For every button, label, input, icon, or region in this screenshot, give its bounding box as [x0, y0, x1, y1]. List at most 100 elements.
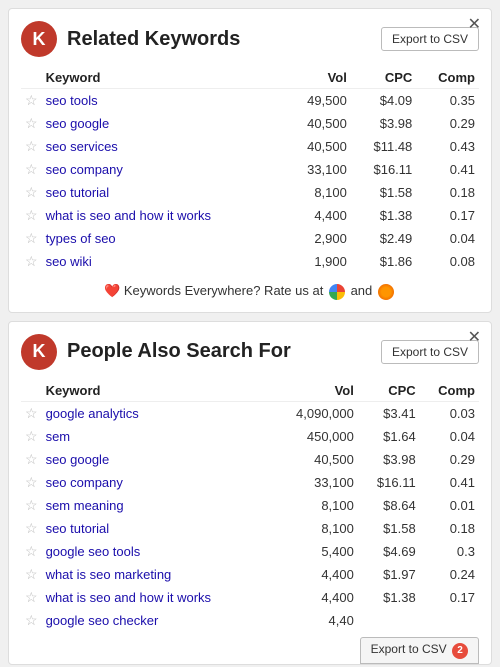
- star-col-header-2: [21, 380, 42, 402]
- keyword-cell[interactable]: google seo tools: [42, 540, 271, 563]
- rate-bar: ❤️ Keywords Everywhere? Rate us at and: [21, 283, 479, 300]
- vol-cell: 40,500: [284, 112, 351, 135]
- keyword-cell[interactable]: seo services: [42, 135, 285, 158]
- cpc-cell: [358, 609, 420, 632]
- comp-cell: 0.18: [416, 181, 479, 204]
- comp-cell: 0.17: [420, 586, 479, 609]
- keyword-cell[interactable]: what is seo marketing: [42, 563, 271, 586]
- table-row: ☆ sem meaning 8,100 $8.64 0.01: [21, 494, 479, 517]
- comp-col-header-2: Comp: [420, 380, 479, 402]
- vol-cell: 4,090,000: [271, 401, 358, 425]
- star-cell[interactable]: ☆: [21, 563, 42, 586]
- people-search-table: Keyword Vol CPC Comp ☆ google analytics …: [21, 380, 479, 632]
- cpc-cell: $2.49: [351, 227, 416, 250]
- comp-cell: 0.43: [416, 135, 479, 158]
- cpc-cell: $11.48: [351, 135, 416, 158]
- star-cell[interactable]: ☆: [21, 227, 42, 250]
- vol-cell: 8,100: [271, 517, 358, 540]
- star-cell[interactable]: ☆: [21, 494, 42, 517]
- comp-cell: 0.08: [416, 250, 479, 273]
- star-cell[interactable]: ☆: [21, 158, 42, 181]
- star-cell[interactable]: ☆: [21, 540, 42, 563]
- comp-cell: 0.29: [416, 112, 479, 135]
- keyword-cell[interactable]: seo tutorial: [42, 181, 285, 204]
- keyword-cell[interactable]: what is seo and how it works: [42, 586, 271, 609]
- title-group: K Related Keywords: [21, 21, 240, 57]
- comp-cell: 0.35: [416, 89, 479, 113]
- star-cell[interactable]: ☆: [21, 89, 42, 113]
- star-cell[interactable]: ☆: [21, 250, 42, 273]
- keyword-cell[interactable]: seo google: [42, 448, 271, 471]
- export-csv-bottom-button[interactable]: Export to CSV 2: [360, 637, 479, 664]
- keyword-cell[interactable]: seo google: [42, 112, 285, 135]
- comp-cell: 0.03: [420, 401, 479, 425]
- title-group-2: K People Also Search For: [21, 334, 291, 370]
- star-col-header: [21, 67, 42, 89]
- close-button-2[interactable]: ✕: [468, 330, 481, 346]
- star-cell[interactable]: ☆: [21, 112, 42, 135]
- star-cell[interactable]: ☆: [21, 517, 42, 540]
- vol-cell: 4,40: [271, 609, 358, 632]
- cpc-cell: $3.41: [358, 401, 420, 425]
- star-cell[interactable]: ☆: [21, 425, 42, 448]
- star-cell[interactable]: ☆: [21, 448, 42, 471]
- card-title: Related Keywords: [67, 28, 240, 51]
- export-csv-button-2[interactable]: Export to CSV: [381, 340, 479, 364]
- cpc-cell: $8.64: [358, 494, 420, 517]
- vol-cell: 5,400: [271, 540, 358, 563]
- keyword-cell[interactable]: google analytics: [42, 401, 271, 425]
- k-logo: K: [21, 21, 57, 57]
- vol-cell: 4,400: [271, 586, 358, 609]
- export-bottom-label: Export to CSV: [371, 642, 447, 656]
- keyword-cell[interactable]: sem: [42, 425, 271, 448]
- keyword-cell[interactable]: seo tutorial: [42, 517, 271, 540]
- star-cell[interactable]: ☆: [21, 181, 42, 204]
- table-row: ☆ what is seo and how it works 4,400 $1.…: [21, 204, 479, 227]
- vol-cell: 40,500: [284, 135, 351, 158]
- table-row: ☆ seo company 33,100 $16.11 0.41: [21, 471, 479, 494]
- cpc-cell: $16.11: [358, 471, 420, 494]
- keyword-cell[interactable]: seo company: [42, 158, 285, 181]
- vol-cell: 33,100: [284, 158, 351, 181]
- vol-cell: 1,900: [284, 250, 351, 273]
- star-cell[interactable]: ☆: [21, 135, 42, 158]
- table-row: ☆ what is seo and how it works 4,400 $1.…: [21, 586, 479, 609]
- export-csv-button[interactable]: Export to CSV: [381, 27, 479, 51]
- vol-cell: 49,500: [284, 89, 351, 113]
- keyword-cell[interactable]: types of seo: [42, 227, 285, 250]
- keyword-cell[interactable]: seo company: [42, 471, 271, 494]
- star-cell[interactable]: ☆: [21, 401, 42, 425]
- k-logo-2: K: [21, 334, 57, 370]
- rate-and: and: [351, 283, 373, 298]
- table-row: ☆ google seo tools 5,400 $4.69 0.3: [21, 540, 479, 563]
- export-badge: 2: [452, 643, 468, 659]
- comp-cell: 0.01: [420, 494, 479, 517]
- table-row: ☆ google seo checker 4,40: [21, 609, 479, 632]
- cpc-cell: $1.58: [351, 181, 416, 204]
- star-cell[interactable]: ☆: [21, 471, 42, 494]
- keyword-cell[interactable]: seo tools: [42, 89, 285, 113]
- related-keywords-table: Keyword Vol CPC Comp ☆ seo tools 49,500 …: [21, 67, 479, 273]
- comp-cell: 0.17: [416, 204, 479, 227]
- keyword-cell[interactable]: what is seo and how it works: [42, 204, 285, 227]
- star-cell[interactable]: ☆: [21, 204, 42, 227]
- keyword-cell[interactable]: sem meaning: [42, 494, 271, 517]
- vol-col-header-2: Vol: [271, 380, 358, 402]
- people-search-card: ✕ K People Also Search For Export to CSV…: [8, 321, 492, 665]
- close-button[interactable]: ✕: [468, 17, 481, 33]
- keyword-col-header-2: Keyword: [42, 380, 271, 402]
- keyword-cell[interactable]: seo wiki: [42, 250, 285, 273]
- cpc-cell: $1.38: [351, 204, 416, 227]
- card-header-2: K People Also Search For Export to CSV: [21, 334, 479, 370]
- comp-cell: 0.41: [416, 158, 479, 181]
- table-row: ☆ seo company 33,100 $16.11 0.41: [21, 158, 479, 181]
- comp-cell: [420, 609, 479, 632]
- comp-cell: 0.04: [420, 425, 479, 448]
- card-header: K Related Keywords Export to CSV: [21, 21, 479, 57]
- table-row: ☆ seo google 40,500 $3.98 0.29: [21, 112, 479, 135]
- star-cell[interactable]: ☆: [21, 609, 42, 632]
- comp-cell: 0.24: [420, 563, 479, 586]
- star-cell[interactable]: ☆: [21, 586, 42, 609]
- keyword-cell[interactable]: google seo checker: [42, 609, 271, 632]
- vol-col-header: Vol: [284, 67, 351, 89]
